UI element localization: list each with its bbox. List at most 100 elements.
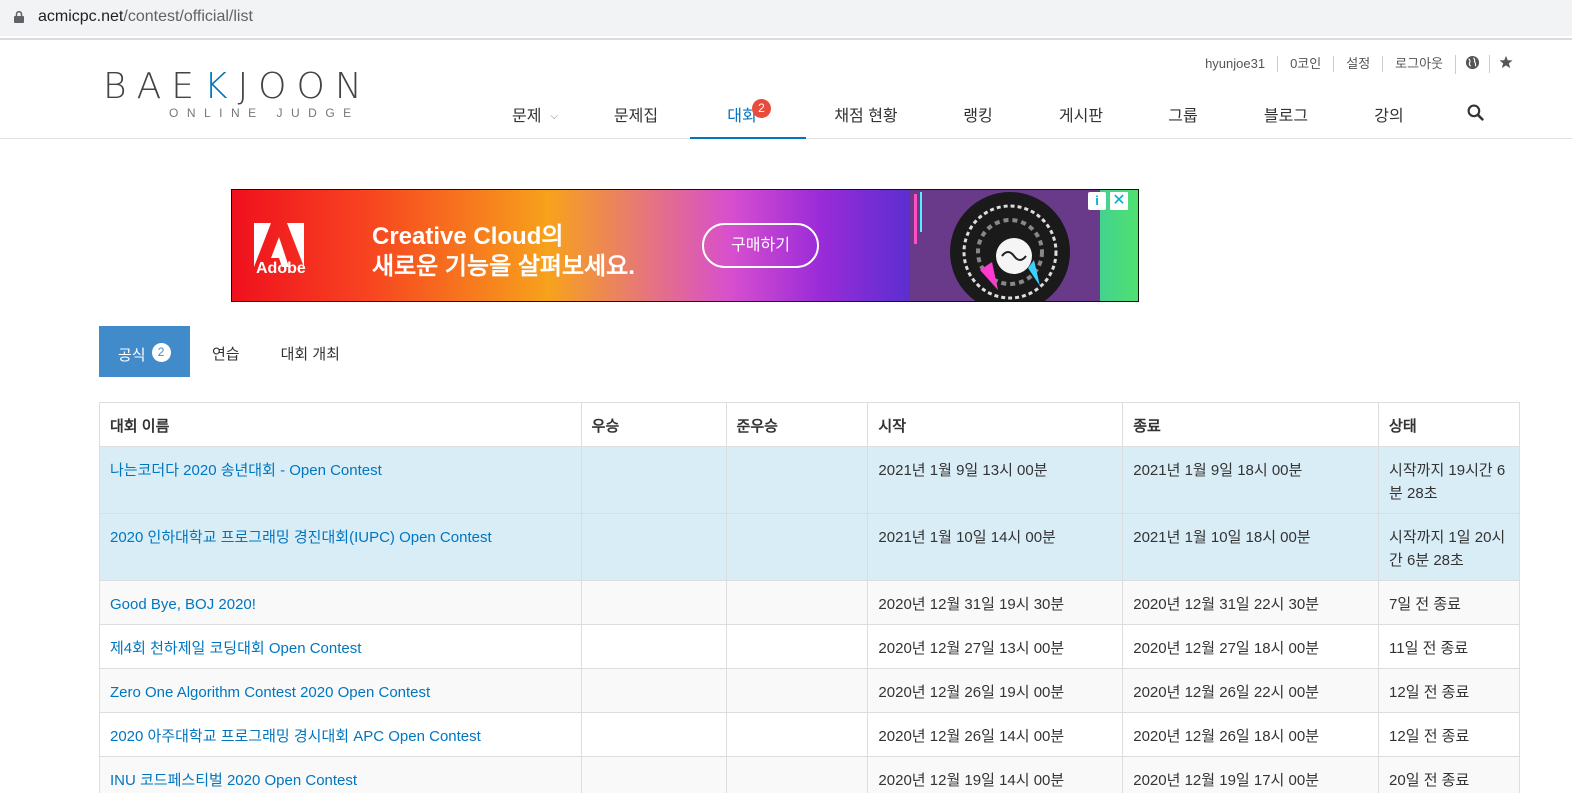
contest-link[interactable]: 2020 인하대학교 프로그래밍 경진대회(IUPC) Open Contest bbox=[110, 529, 492, 546]
contest-link[interactable]: 나는코더다 2020 송년대회 - Open Contest bbox=[110, 462, 382, 479]
status-cell: 11일 전 종료 bbox=[1378, 624, 1520, 669]
nav-blog[interactable]: 블로그 bbox=[1234, 88, 1338, 139]
end-cell: 2021년 1월 9일 18시 00분 bbox=[1122, 446, 1380, 514]
end-cell: 2020년 12월 26일 18시 00분 bbox=[1122, 712, 1380, 757]
url-text[interactable]: acmicpc.net/contest/official/list bbox=[38, 8, 253, 26]
start-cell: 2021년 1월 10일 14시 00분 bbox=[867, 513, 1124, 581]
header-status: 상태 bbox=[1378, 402, 1520, 447]
contest-link[interactable]: 2020 아주대학교 프로그래밍 경시대회 APC Open Contest bbox=[110, 728, 481, 745]
username-link[interactable]: hyunjoe31 bbox=[1193, 56, 1277, 72]
nav-group[interactable]: 그룹 bbox=[1132, 88, 1234, 139]
header-start: 시작 bbox=[867, 402, 1124, 447]
contest-table: 대회 이름 우승 준우승 시작 종료 상태 나는코더다 2020 송년대회 - … bbox=[99, 402, 1520, 793]
nav-contest[interactable]: 대회 2 bbox=[690, 88, 806, 139]
globe-icon bbox=[1465, 55, 1480, 69]
end-cell: 2021년 1월 10일 18시 00분 bbox=[1122, 513, 1380, 581]
runner-up-cell bbox=[725, 624, 869, 669]
table-row: INU 코드페스티벌 2020 Open Contest 2020년 12월 1… bbox=[99, 756, 1520, 793]
nav-status[interactable]: 채점 현황 bbox=[806, 88, 926, 139]
nav-lecture[interactable]: 강의 bbox=[1338, 88, 1440, 139]
header-runner-up: 준우승 bbox=[725, 402, 869, 447]
table-row: 2020 인하대학교 프로그래밍 경진대회(IUPC) Open Contest… bbox=[99, 513, 1520, 581]
end-cell: 2020년 12월 26일 22시 00분 bbox=[1122, 668, 1380, 713]
nav-problems[interactable]: 문제 ⌵ bbox=[490, 88, 580, 139]
nav-board[interactable]: 게시판 bbox=[1030, 88, 1132, 139]
start-cell: 2020년 12월 27일 13시 00분 bbox=[867, 624, 1124, 669]
header-end: 종료 bbox=[1122, 402, 1380, 447]
logo-wordmark: BAEKJOON bbox=[103, 66, 372, 107]
status-cell: 12일 전 종료 bbox=[1378, 668, 1520, 713]
winner-cell bbox=[580, 756, 727, 793]
end-cell: 2020년 12월 19일 17시 00분 bbox=[1122, 756, 1380, 793]
contest-tabs: 공식 2 연습 대회 개최 bbox=[99, 326, 340, 377]
language-button[interactable] bbox=[1455, 54, 1489, 74]
tab-official[interactable]: 공식 2 bbox=[99, 326, 190, 377]
contest-count-badge: 2 bbox=[752, 99, 771, 118]
header-contest-name: 대회 이름 bbox=[99, 402, 582, 447]
table-row: Good Bye, BOJ 2020! 2020년 12월 31일 19시 30… bbox=[99, 580, 1520, 625]
table-row: 제4회 천하제일 코딩대회 Open Contest 2020년 12월 27일… bbox=[99, 624, 1520, 669]
winner-cell bbox=[580, 624, 727, 669]
header-winner: 우승 bbox=[580, 402, 727, 447]
star-icon bbox=[1499, 55, 1513, 69]
logo-subtitle: ONLINE JUDGE bbox=[169, 106, 360, 120]
start-cell: 2021년 1월 9일 13시 00분 bbox=[867, 446, 1124, 514]
runner-up-cell bbox=[725, 580, 869, 625]
nav-search[interactable] bbox=[1440, 88, 1510, 139]
end-cell: 2020년 12월 27일 18시 00분 bbox=[1122, 624, 1380, 669]
table-header-row: 대회 이름 우승 준우승 시작 종료 상태 bbox=[99, 402, 1520, 447]
winner-cell bbox=[580, 513, 727, 581]
ad-buy-button[interactable]: 구매하기 bbox=[702, 223, 819, 268]
nav-workbook[interactable]: 문제집 bbox=[588, 88, 684, 139]
ad-banner[interactable]: Adobe Creative Cloud의 새로운 기능을 살펴보세요. 구매하… bbox=[231, 189, 1139, 302]
runner-up-cell bbox=[725, 668, 869, 713]
ad-brand: Adobe bbox=[256, 260, 306, 277]
winner-cell bbox=[580, 668, 727, 713]
url-path: /contest/official/list bbox=[123, 8, 253, 25]
contest-name-cell: Good Bye, BOJ 2020! bbox=[99, 580, 582, 625]
start-cell: 2020년 12월 31일 19시 30분 bbox=[867, 580, 1124, 625]
ad-headline: Creative Cloud의 새로운 기능을 살펴보세요. bbox=[372, 223, 635, 280]
contest-name-cell: 제4회 천하제일 코딩대회 Open Contest bbox=[99, 624, 582, 669]
table-row: Zero One Algorithm Contest 2020 Open Con… bbox=[99, 668, 1520, 713]
ad-artwork-image bbox=[910, 190, 1100, 301]
status-cell: 시작까지 1일 20시간 6분 28초 bbox=[1378, 513, 1520, 581]
ad-info-icon[interactable]: i bbox=[1088, 192, 1106, 210]
contest-link[interactable]: 제4회 천하제일 코딩대회 Open Contest bbox=[110, 640, 361, 657]
contest-name-cell: 2020 아주대학교 프로그래밍 경시대회 APC Open Contest bbox=[99, 712, 582, 757]
winner-cell bbox=[580, 580, 727, 625]
main-nav: 문제 ⌵ 문제집 대회 2 채점 현황 랭킹 게시판 그룹 블로그 강의 bbox=[490, 88, 1510, 139]
status-cell: 12일 전 종료 bbox=[1378, 712, 1520, 757]
favorite-button[interactable] bbox=[1489, 55, 1522, 73]
runner-up-cell bbox=[725, 446, 869, 514]
contest-name-cell: INU 코드페스티벌 2020 Open Contest bbox=[99, 756, 582, 793]
tab-practice[interactable]: 연습 bbox=[212, 326, 240, 377]
nav-ranking[interactable]: 랭킹 bbox=[926, 88, 1030, 139]
close-icon[interactable]: ✕ bbox=[1110, 192, 1128, 210]
start-cell: 2020년 12월 26일 14시 00분 bbox=[867, 712, 1124, 757]
official-count-badge: 2 bbox=[151, 343, 171, 362]
runner-up-cell bbox=[725, 712, 869, 757]
logout-link[interactable]: 로그아웃 bbox=[1382, 56, 1455, 72]
site-logo[interactable]: BAEKJOON ONLINE JUDGE bbox=[103, 66, 409, 122]
coins-link[interactable]: 0코인 bbox=[1277, 56, 1333, 72]
contest-name-cell: 나는코더다 2020 송년대회 - Open Contest bbox=[99, 446, 582, 514]
lock-icon bbox=[14, 11, 24, 23]
contest-name-cell: Zero One Algorithm Contest 2020 Open Con… bbox=[99, 668, 582, 713]
runner-up-cell bbox=[725, 513, 869, 581]
url-host: acmicpc.net bbox=[38, 8, 124, 25]
status-cell: 20일 전 종료 bbox=[1378, 756, 1520, 793]
search-icon bbox=[1467, 104, 1484, 121]
contest-name-cell: 2020 인하대학교 프로그래밍 경진대회(IUPC) Open Contest bbox=[99, 513, 582, 581]
contest-link[interactable]: INU 코드페스티벌 2020 Open Contest bbox=[110, 772, 357, 789]
settings-link[interactable]: 설정 bbox=[1333, 56, 1382, 72]
browser-address-bar[interactable]: acmicpc.net/contest/official/list bbox=[0, 0, 1572, 36]
user-links: hyunjoe31 0코인 설정 로그아웃 bbox=[1193, 54, 1522, 74]
site-header: BAEKJOON ONLINE JUDGE hyunjoe31 0코인 설정 로… bbox=[0, 40, 1572, 139]
tab-host-contest[interactable]: 대회 개최 bbox=[281, 326, 340, 377]
winner-cell bbox=[580, 712, 727, 757]
winner-cell bbox=[580, 446, 727, 514]
contest-link[interactable]: Zero One Algorithm Contest 2020 Open Con… bbox=[110, 684, 430, 701]
contest-link[interactable]: Good Bye, BOJ 2020! bbox=[110, 596, 256, 613]
start-cell: 2020년 12월 19일 14시 00분 bbox=[867, 756, 1124, 793]
